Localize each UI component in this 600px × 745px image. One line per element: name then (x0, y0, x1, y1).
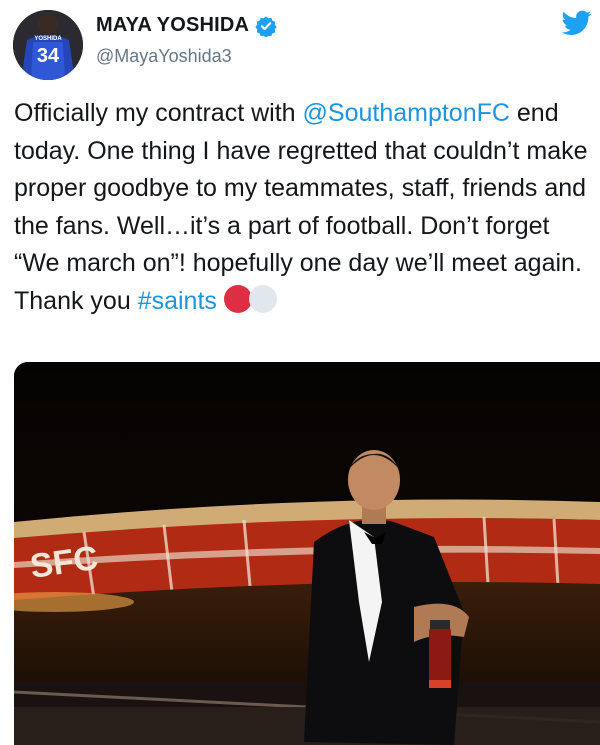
hashtag-link[interactable]: #saints (138, 287, 217, 315)
tweet-text-part: Officially my contract with (14, 99, 303, 127)
jersey-number: 34 (37, 45, 60, 67)
tweet-text: Officially my contract with @Southampton… (14, 95, 594, 320)
avatar-image: YOSHIDA 34 (13, 10, 83, 80)
photo-stadium-scene: SFC (14, 362, 600, 745)
user-handle[interactable]: @MayaYoshida3 (96, 46, 232, 67)
mention-link[interactable]: @SouthamptonFC (303, 99, 510, 127)
avatar[interactable]: YOSHIDA 34 (13, 10, 83, 80)
verified-badge-icon (255, 15, 277, 37)
tweet-photo[interactable]: SFC (14, 362, 600, 745)
name-row: MAYA YOSHIDA (96, 14, 277, 37)
twitter-bird-icon[interactable] (562, 10, 592, 36)
jersey-name: YOSHIDA (34, 36, 62, 42)
white-circle-emoji (248, 284, 277, 313)
tweet-header: YOSHIDA 34 MAYA YOSHIDA @MayaYoshida3 (0, 0, 600, 90)
display-name[interactable]: MAYA YOSHIDA (96, 14, 249, 37)
red-circle-emoji (223, 284, 252, 313)
tweet-text-part: end today. One thing I have regretted th… (14, 99, 588, 315)
